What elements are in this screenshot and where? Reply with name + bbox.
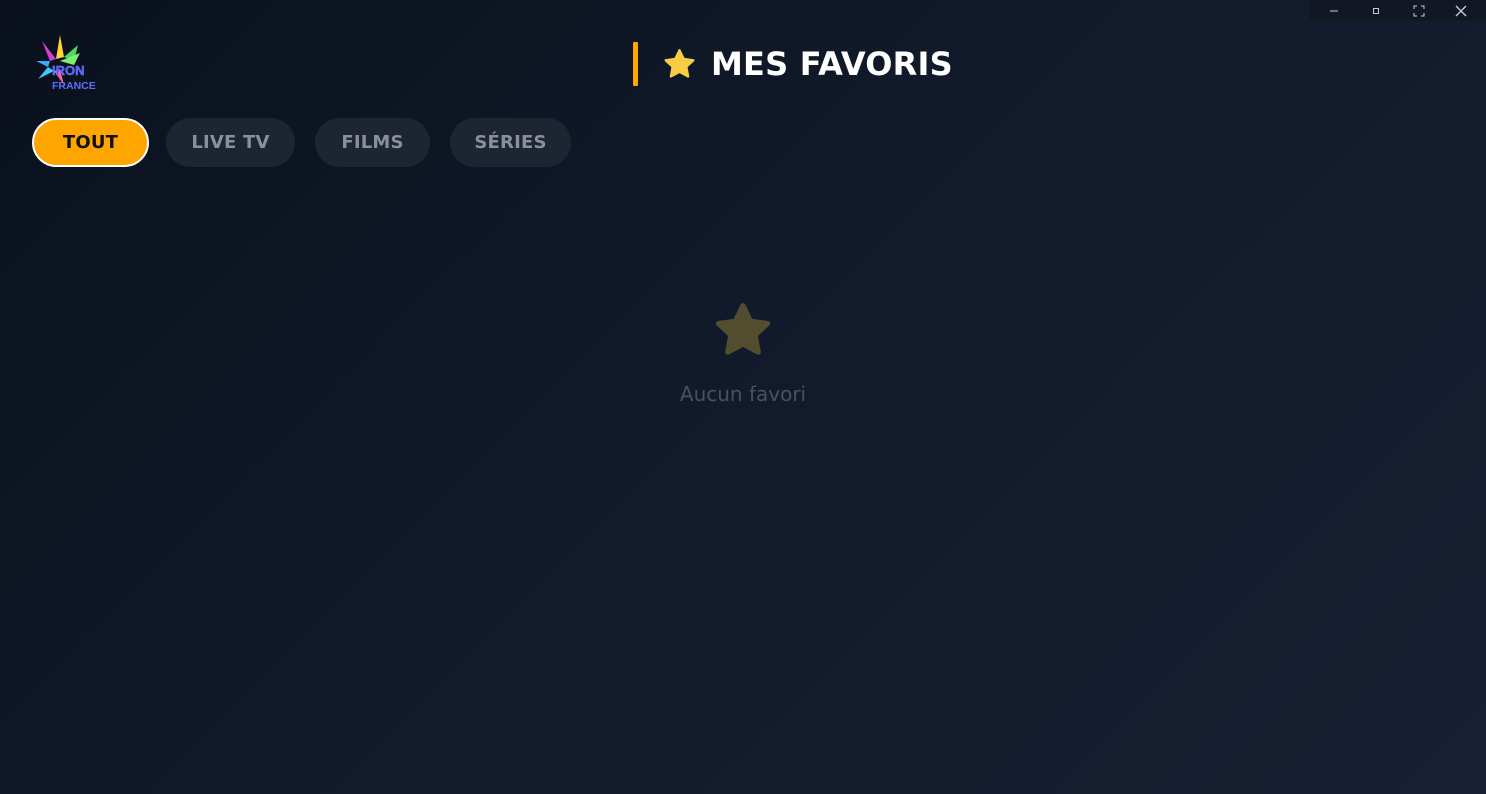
- page-title: MES FAVORIS: [711, 45, 953, 83]
- star-icon: [664, 48, 695, 78]
- svg-text:IRON: IRON: [52, 63, 85, 78]
- empty-state: Aucun favori: [643, 300, 843, 406]
- close-button[interactable]: [1446, 0, 1476, 21]
- logo-icon: IRON FRANCE: [36, 35, 96, 92]
- title-accent-bar: [633, 42, 638, 86]
- empty-message: Aucun favori: [679, 382, 807, 406]
- tab-live-tv[interactable]: LIVE TV: [166, 118, 295, 167]
- app-logo[interactable]: IRON FRANCE: [34, 31, 98, 95]
- fullscreen-button[interactable]: [1404, 0, 1434, 21]
- minimize-button[interactable]: [1319, 0, 1349, 21]
- page-header: MES FAVORIS: [633, 42, 953, 86]
- tab-films[interactable]: FILMS: [315, 118, 430, 167]
- restore-button[interactable]: [1361, 0, 1391, 21]
- tab-series[interactable]: SÉRIES: [450, 118, 571, 167]
- star-icon: [715, 303, 771, 355]
- tab-tout[interactable]: TOUT: [32, 118, 149, 167]
- filter-tabs: TOUT LIVE TV FILMS SÉRIES: [32, 118, 591, 167]
- window-controls: [1309, 0, 1486, 21]
- svg-text:FRANCE: FRANCE: [52, 80, 96, 92]
